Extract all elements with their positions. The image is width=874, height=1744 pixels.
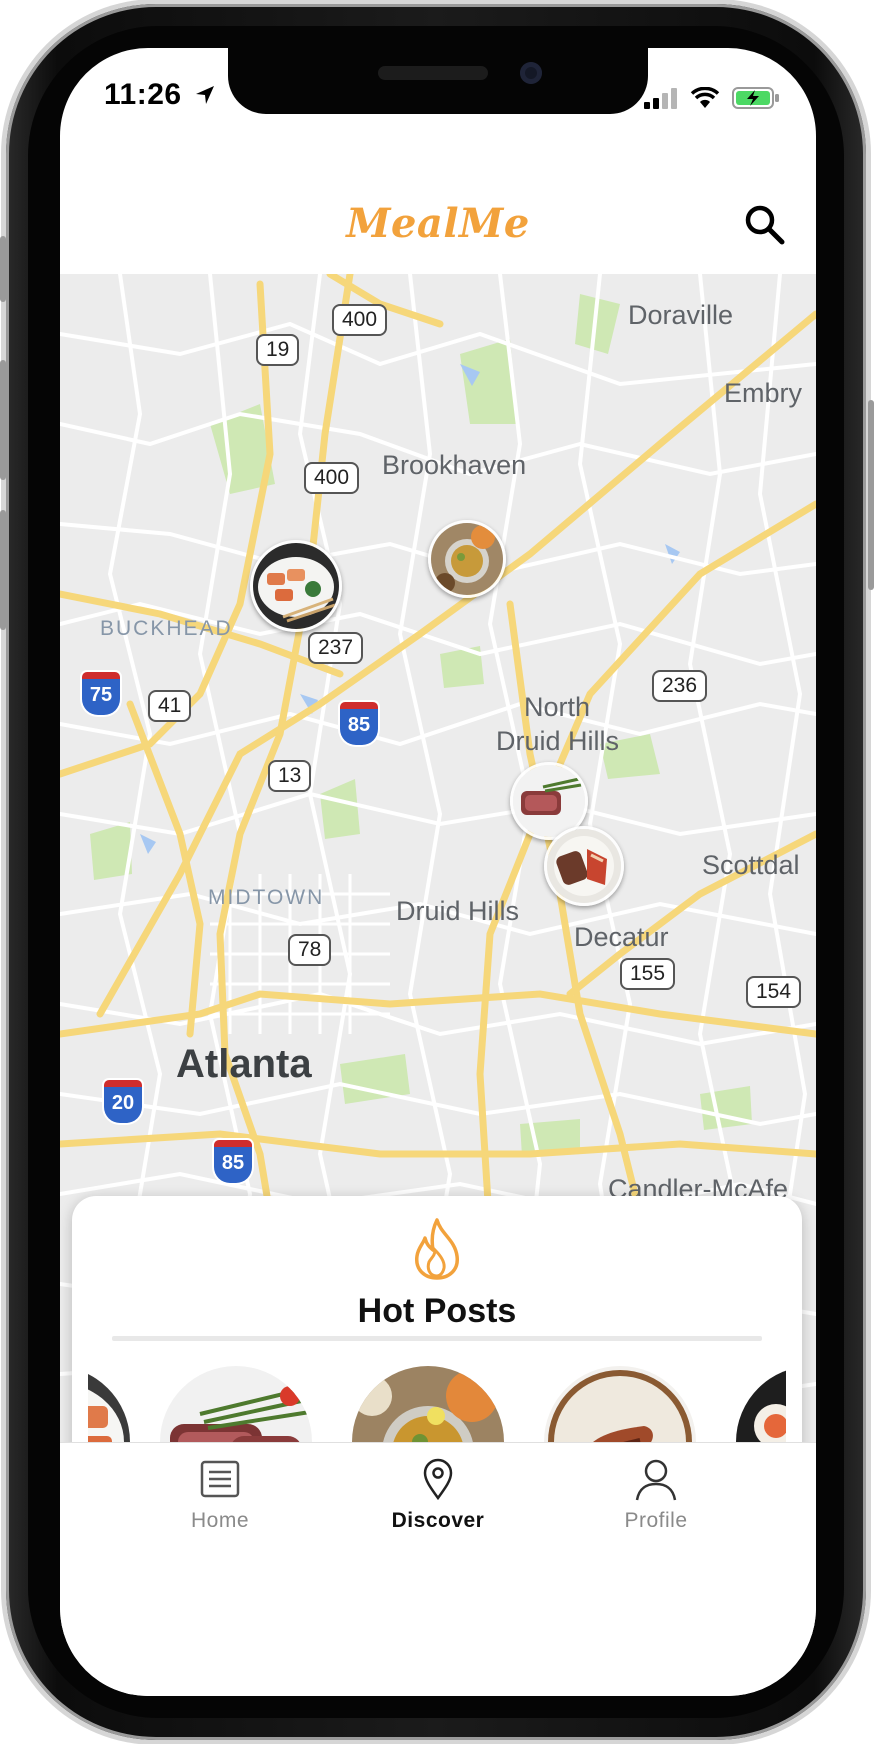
power-button (868, 400, 874, 590)
food-marker-sushi[interactable] (250, 540, 342, 632)
wifi-icon (690, 87, 720, 108)
status-time-text: 11:26 (104, 78, 182, 111)
screen: 11:26 MealMe Doraville Embry Brookhaven … (60, 48, 816, 1696)
search-button[interactable] (742, 202, 788, 248)
sushi-photo (253, 543, 339, 629)
map-label-decatur: Decatur (574, 922, 669, 952)
map-label-scottdale: Scottdal (702, 850, 800, 880)
tab-bar: Home Discover Profile (60, 1442, 816, 1696)
curry-photo (431, 523, 503, 595)
notch (228, 48, 648, 114)
food-marker-curry[interactable] (428, 520, 506, 598)
earpiece-speaker (378, 66, 488, 80)
route-shield-237: 237 (308, 632, 364, 664)
front-camera (520, 62, 542, 84)
volume-up-button (0, 360, 6, 480)
person-icon (635, 1459, 677, 1501)
tab-profile[interactable]: Profile (556, 1457, 756, 1567)
app-title: MealMe (346, 200, 530, 247)
route-shield-78: 78 (288, 934, 332, 966)
route-shield-400-south: 400 (304, 462, 360, 494)
tab-home-label: Home (190, 1509, 250, 1532)
status-time: 11:26 (104, 78, 216, 112)
hot-posts-title: Hot Posts (357, 1292, 517, 1330)
tab-profile-label: Profile (624, 1509, 688, 1532)
map-label-druid-hills: Druid Hills (396, 896, 520, 926)
route-shield-155: 155 (620, 958, 676, 990)
map-label-atlanta: Atlanta (176, 1042, 312, 1086)
route-shield-236: 236 (652, 670, 708, 702)
mute-switch (0, 236, 6, 302)
tab-home[interactable]: Home (120, 1457, 320, 1567)
tab-discover[interactable]: Discover (338, 1457, 538, 1567)
map-label-buckhead: BUCKHEAD (100, 617, 233, 640)
location-arrow-icon (196, 86, 215, 104)
route-shield-19: 19 (256, 334, 300, 366)
app-header: MealMe (60, 144, 816, 275)
map-label-north: North (524, 692, 591, 722)
map-label-embry: Embry (724, 378, 803, 408)
status-indicators (644, 86, 780, 110)
map-label-midtown: MIDTOWN (208, 886, 325, 909)
route-shield-154: 154 (746, 976, 802, 1008)
interstate-shield-85-north: 85 (340, 702, 378, 745)
map-label-doraville: Doraville (628, 300, 734, 330)
cellular-signal-icon (644, 88, 677, 109)
tab-discover-label: Discover (391, 1509, 485, 1532)
route-shield-41: 41 (148, 690, 192, 722)
route-shield-400-north: 400 (332, 304, 388, 336)
interstate-shield-75: 75 (82, 672, 120, 715)
food-marker-steak-lobster[interactable] (544, 826, 624, 906)
route-shield-13: 13 (268, 760, 312, 792)
map-label-brookhaven: Brookhaven (382, 450, 527, 480)
map-pin-icon (423, 1458, 453, 1501)
flame-icon (415, 1218, 459, 1280)
map-label-druid-hills-north: Druid Hills (496, 726, 620, 756)
search-icon (745, 205, 785, 245)
battery-charging-icon (732, 87, 779, 109)
steak-lobster-photo (547, 829, 621, 903)
interstate-shield-85-south: 85 (214, 1140, 252, 1183)
volume-down-button (0, 510, 6, 630)
interstate-shield-20: 20 (104, 1080, 142, 1123)
hot-posts-divider (112, 1336, 762, 1341)
list-icon (200, 1460, 240, 1498)
